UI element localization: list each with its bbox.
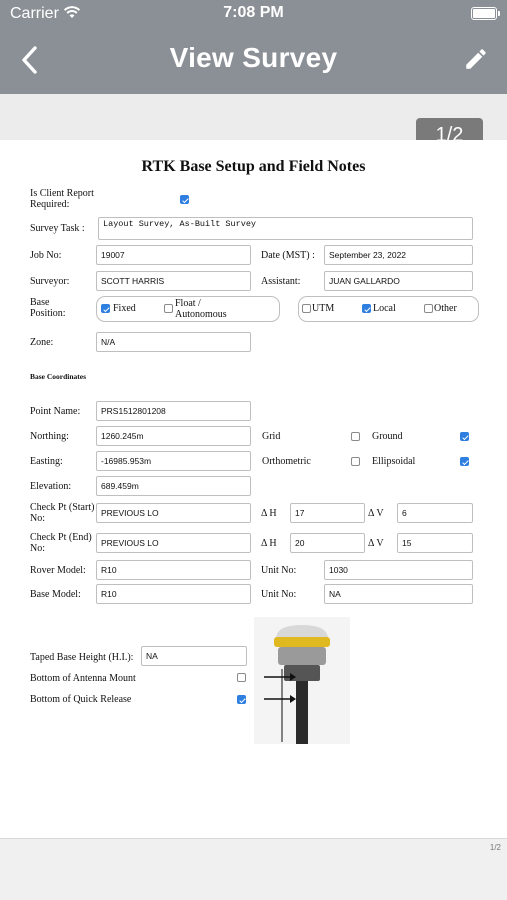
bottom-antenna-label: Bottom of Antenna Mount: [30, 673, 136, 684]
surveyor-field[interactable]: SCOTT HARRIS: [96, 271, 251, 291]
date-label: Date (MST) :: [261, 250, 315, 261]
document-footer: 1/2: [0, 838, 507, 900]
base-model-label: Base Model:: [30, 589, 81, 600]
job-no-field[interactable]: 19007: [96, 245, 251, 265]
orthometric-label: Orthometric: [262, 456, 311, 467]
antenna-mount-image: [254, 617, 350, 744]
point-name-label: Point Name:: [30, 406, 81, 417]
job-no-label: Job No:: [30, 250, 62, 261]
easting-field[interactable]: -16985.953m: [96, 451, 251, 471]
rover-model-field[interactable]: R10: [96, 560, 251, 580]
clock: 7:08 PM: [223, 4, 284, 21]
check-start-dv-field[interactable]: 6: [397, 503, 473, 523]
check-start-dv-label: Δ V: [368, 508, 384, 519]
check-end-dv-label: Δ V: [368, 538, 384, 549]
other-label: Other: [434, 303, 457, 314]
zone-field[interactable]: N/A: [96, 332, 251, 352]
utm-checkbox[interactable]: [302, 304, 311, 313]
ground-label: Ground: [372, 431, 403, 442]
pencil-icon[interactable]: [463, 46, 489, 72]
battery-icon: [471, 7, 500, 20]
check-start-dh-field[interactable]: 17: [290, 503, 365, 523]
local-checkbox[interactable]: [362, 304, 371, 313]
rover-unit-label: Unit No:: [261, 565, 297, 576]
bottom-quick-label: Bottom of Quick Release: [30, 694, 132, 705]
survey-task-label: Survey Task :: [30, 223, 85, 234]
grid-label: Grid: [262, 431, 281, 442]
footer-page-number: 1/2: [489, 843, 501, 852]
rover-unit-field[interactable]: 1030: [324, 560, 473, 580]
check-end-dv-field[interactable]: 15: [397, 533, 473, 553]
check-end-field[interactable]: PREVIOUS LO: [96, 533, 251, 553]
base-model-field[interactable]: R10: [96, 584, 251, 604]
taped-height-field[interactable]: NA: [141, 646, 247, 666]
zone-label: Zone:: [30, 337, 54, 348]
navigation-bar: Carrier 7:08 PM View Survey: [0, 0, 507, 94]
easting-label: Easting:: [30, 456, 63, 467]
survey-task-field[interactable]: Layout Survey, As-Built Survey: [98, 217, 473, 240]
float-checkbox[interactable]: [164, 304, 173, 313]
grid-checkbox[interactable]: [351, 432, 360, 441]
float-label: Float / Autonomous: [175, 298, 227, 320]
check-start-dh-label: Δ H: [261, 508, 277, 519]
check-start-field[interactable]: PREVIOUS LO: [96, 503, 251, 523]
client-report-label: Is Client Report Required:: [30, 188, 94, 210]
status-bar: Carrier 7:08 PM: [0, 0, 507, 28]
fixed-label: Fixed: [113, 303, 136, 314]
bottom-quick-checkbox[interactable]: [237, 695, 246, 704]
rover-model-label: Rover Model:: [30, 565, 86, 576]
ellipsoidal-label: Ellipsoidal: [372, 456, 416, 467]
orthometric-checkbox[interactable]: [351, 457, 360, 466]
survey-document: RTK Base Setup and Field Notes Is Client…: [0, 140, 507, 838]
local-label: Local: [373, 303, 396, 314]
bottom-antenna-checkbox[interactable]: [237, 673, 246, 682]
client-report-checkbox[interactable]: [180, 195, 189, 204]
base-unit-label: Unit No:: [261, 589, 297, 600]
check-end-label: Check Pt (End) No:: [30, 532, 92, 554]
other-checkbox[interactable]: [424, 304, 433, 313]
utm-label: UTM: [312, 303, 335, 314]
northing-field[interactable]: 1260.245m: [96, 426, 251, 446]
ground-checkbox[interactable]: [460, 432, 469, 441]
check-start-label: Check Pt (Start) No:: [30, 502, 95, 524]
date-field[interactable]: September 23, 2022: [324, 245, 473, 265]
base-coordinates-heading: Base Coordinates: [30, 372, 87, 381]
base-unit-field[interactable]: NA: [324, 584, 473, 604]
document-title: RTK Base Setup and Field Notes: [141, 158, 366, 175]
surveyor-label: Surveyor:: [30, 276, 70, 287]
page-title: View Survey: [169, 42, 338, 73]
assistant-field[interactable]: JUAN GALLARDO: [324, 271, 473, 291]
check-end-dh-field[interactable]: 20: [290, 533, 365, 553]
ellipsoidal-checkbox[interactable]: [460, 457, 469, 466]
elevation-label: Elevation:: [30, 481, 72, 492]
elevation-field[interactable]: 689.459m: [96, 476, 251, 496]
fixed-checkbox[interactable]: [101, 304, 110, 313]
assistant-label: Assistant:: [261, 276, 301, 287]
check-end-dh-label: Δ H: [261, 538, 277, 549]
point-name-field[interactable]: PRS1512801208: [96, 401, 251, 421]
northing-label: Northing:: [30, 431, 69, 442]
taped-height-label: Taped Base Height (H.I.):: [30, 652, 134, 663]
base-position-label: Base Position:: [30, 297, 66, 319]
